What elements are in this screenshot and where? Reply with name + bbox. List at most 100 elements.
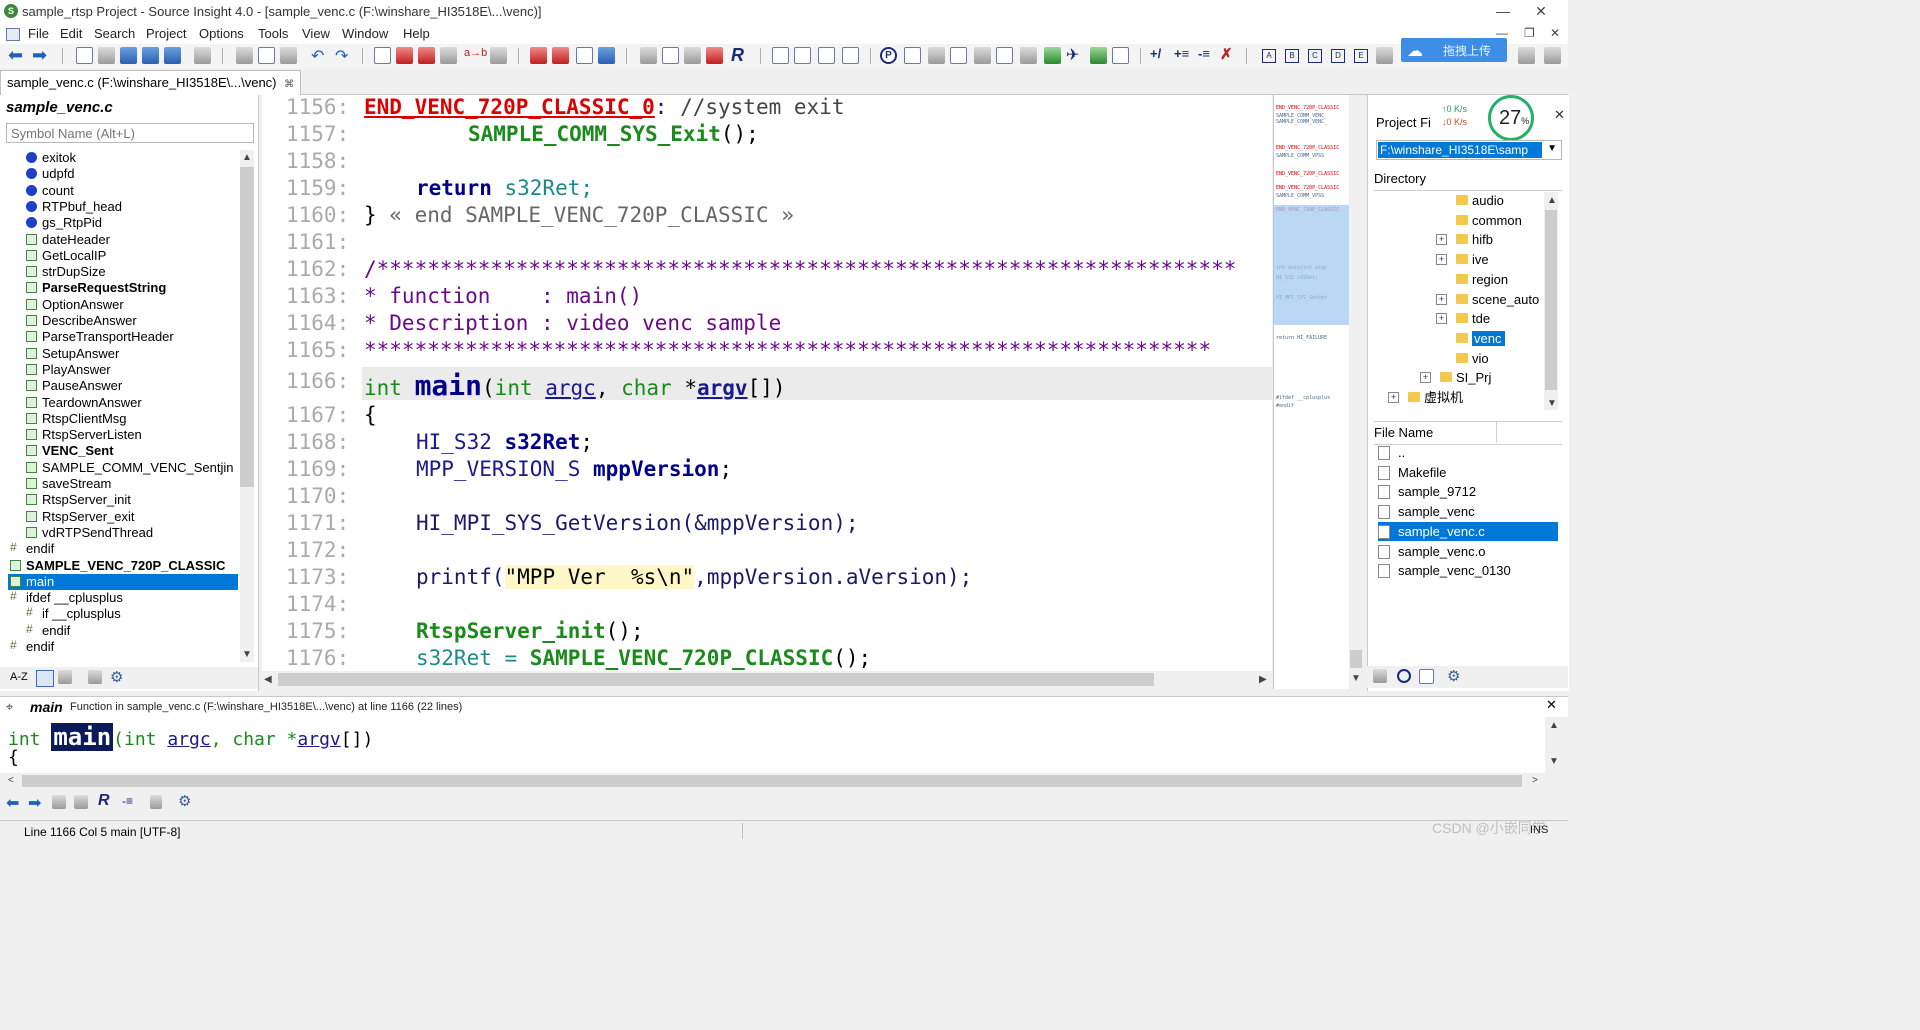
open-folder-icon[interactable] [1373,669,1387,683]
pin-icon[interactable]: ⌘ [284,79,294,90]
open-file-icon[interactable] [98,47,115,64]
project-gear-icon[interactable]: ⚙ [1447,667,1460,685]
delete-line-icon[interactable]: -≡ [1198,46,1210,61]
menu-search[interactable]: Search [94,26,135,41]
project-path-select[interactable]: F:\winshare_HI3518E\samp ▼ [1376,140,1562,160]
bookmark-icon[interactable] [530,47,547,64]
bird-icon[interactable]: ✈ [1066,45,1079,65]
ctx-down-icon[interactable]: ▼ [1549,756,1559,767]
code-editor[interactable]: 1156: 1157: 1158: 1159: 1160: 1161: 1162: 1163:… [262,95,1272,671]
file-item[interactable]: .. [1378,443,1558,462]
add-icon[interactable]: +/ [1150,46,1161,61]
category-icon[interactable] [58,670,72,684]
ctx-book-icon[interactable] [74,795,88,809]
book-icon[interactable] [88,670,102,684]
symbol-item[interactable]: PauseAnswer [24,378,238,394]
symbol-window-icon[interactable] [928,47,945,64]
case-a-icon[interactable]: A [1262,49,1276,63]
document-list-icon[interactable] [950,47,967,64]
close-window-button[interactable]: ✕ [1518,0,1564,24]
symbol-item[interactable]: SAMPLE_COMM_VENC_Sentjin [24,460,238,476]
clip-window-icon[interactable] [996,47,1013,64]
ctx-forward-icon[interactable]: ➡ [28,793,41,813]
directory-scroll-thumb[interactable] [1545,210,1557,390]
directory-item[interactable]: vio [1456,349,1489,368]
close-file-icon[interactable] [164,47,181,64]
symbol-item[interactable]: ParseRequestString [24,280,238,296]
upload-widget[interactable]: ☁ 拖拽上传 [1401,38,1507,62]
symbol-item[interactable]: PlayAnswer [24,362,238,378]
symbol-item[interactable]: saveStream [24,476,238,492]
menu-project[interactable]: Project [146,26,186,41]
ctx-logo-icon[interactable]: R [98,792,110,810]
directory-item[interactable]: + SI_Prj [1420,368,1491,387]
relation-window-icon[interactable] [974,47,991,64]
replace-icon[interactable] [440,47,457,64]
print-icon[interactable] [194,47,211,64]
symbol-item[interactable]: OptionAnswer [24,297,238,313]
window-icon[interactable] [576,47,593,64]
expand-icon[interactable]: + [1388,392,1399,403]
editor-hscroll-thumb[interactable] [278,673,1154,686]
directory-item[interactable]: venc [1456,329,1506,348]
doc-restore-button[interactable]: ❐ [1524,26,1535,40]
layout-2-icon[interactable] [794,47,811,64]
hscroll-right-icon[interactable]: ▶ [1259,674,1267,685]
layout-1-icon[interactable] [772,47,789,64]
menu-options[interactable]: Options [199,26,244,41]
file-item[interactable]: Makefile [1378,463,1558,482]
undo-icon[interactable]: ↶ [311,46,324,66]
file-item[interactable]: sample_venc.c [1378,521,1558,541]
file-item[interactable]: sample_venc_0130 [1378,561,1558,580]
search-files-icon[interactable]: a→b [464,47,487,59]
symbol-item[interactable]: exitok [24,150,238,166]
lock-icon[interactable] [150,795,162,809]
symbol-item[interactable]: udpfd [24,166,238,182]
gear-icon[interactable]: ⚙ [110,668,123,686]
symbol-item[interactable]: vdRTPSendThread [24,525,238,541]
symbol-item[interactable]: count [24,183,238,199]
close-panel-icon[interactable]: ✕ [1554,107,1565,123]
file-item[interactable]: sample_venc.o [1378,542,1558,561]
symbol-item[interactable]: main [8,573,238,590]
expand-icon[interactable]: + [1436,293,1447,305]
symbol-item[interactable]: SAMPLE_VENC_720P_CLASSIC [8,558,238,574]
hscroll-left-icon[interactable]: ◀ [264,674,272,685]
usage-gauge[interactable]: 27% [1488,95,1534,141]
grid-icon[interactable] [1112,47,1129,64]
symbol-item[interactable]: ⊟#ifdef __cplusplus [8,590,238,606]
sync-icon[interactable] [706,47,723,64]
menu-file[interactable]: File [28,26,49,41]
cut-icon[interactable] [236,47,253,64]
expand-icon[interactable]: + [1436,254,1447,266]
layout-4-icon[interactable] [842,47,859,64]
symbol-item[interactable]: dateHeader [24,232,238,248]
ctx-up-icon[interactable]: ▲ [1549,720,1559,731]
dir-scroll-down-icon[interactable]: ▼ [1547,398,1557,409]
home-icon[interactable] [1044,47,1061,64]
copy-icon[interactable] [258,47,275,64]
menu-help[interactable]: Help [403,26,430,41]
case-d-icon[interactable]: D [1331,49,1345,63]
bookmark-next-icon[interactable] [552,47,569,64]
si-logo-icon[interactable]: R [731,45,744,66]
directory-item[interactable]: common [1456,211,1522,230]
search-project-icon[interactable] [490,47,507,64]
symbol-item[interactable]: ParseTransportHeader [24,329,238,345]
symbol-item[interactable]: # if __cplusplus [24,606,238,622]
overview-icon[interactable] [1090,47,1107,64]
jump-icon[interactable] [598,47,615,64]
save-icon[interactable] [120,47,137,64]
context-code[interactable]: int main (int argc, char *argv[]) { [0,717,1545,773]
ctx-back-icon[interactable]: ⬅ [6,793,19,813]
symbol-item[interactable]: RtspClientMsg [24,411,238,427]
code-minimap[interactable]: END_VENC_720P_CLASSIC SAMPLE_COMM_VENC_ … [1273,95,1350,689]
expand-icon[interactable]: + [1436,313,1447,325]
symbol-item[interactable]: RtspServer_exit [24,509,238,525]
directory-item[interactable]: + scene_auto [1436,290,1539,309]
context-close-icon[interactable]: ✕ [1546,697,1557,713]
paste-icon[interactable] [280,47,297,64]
directory-item[interactable]: + 虚拟机 [1388,388,1463,407]
fit-icon[interactable] [904,47,921,64]
redo-icon[interactable]: ↷ [335,46,348,66]
